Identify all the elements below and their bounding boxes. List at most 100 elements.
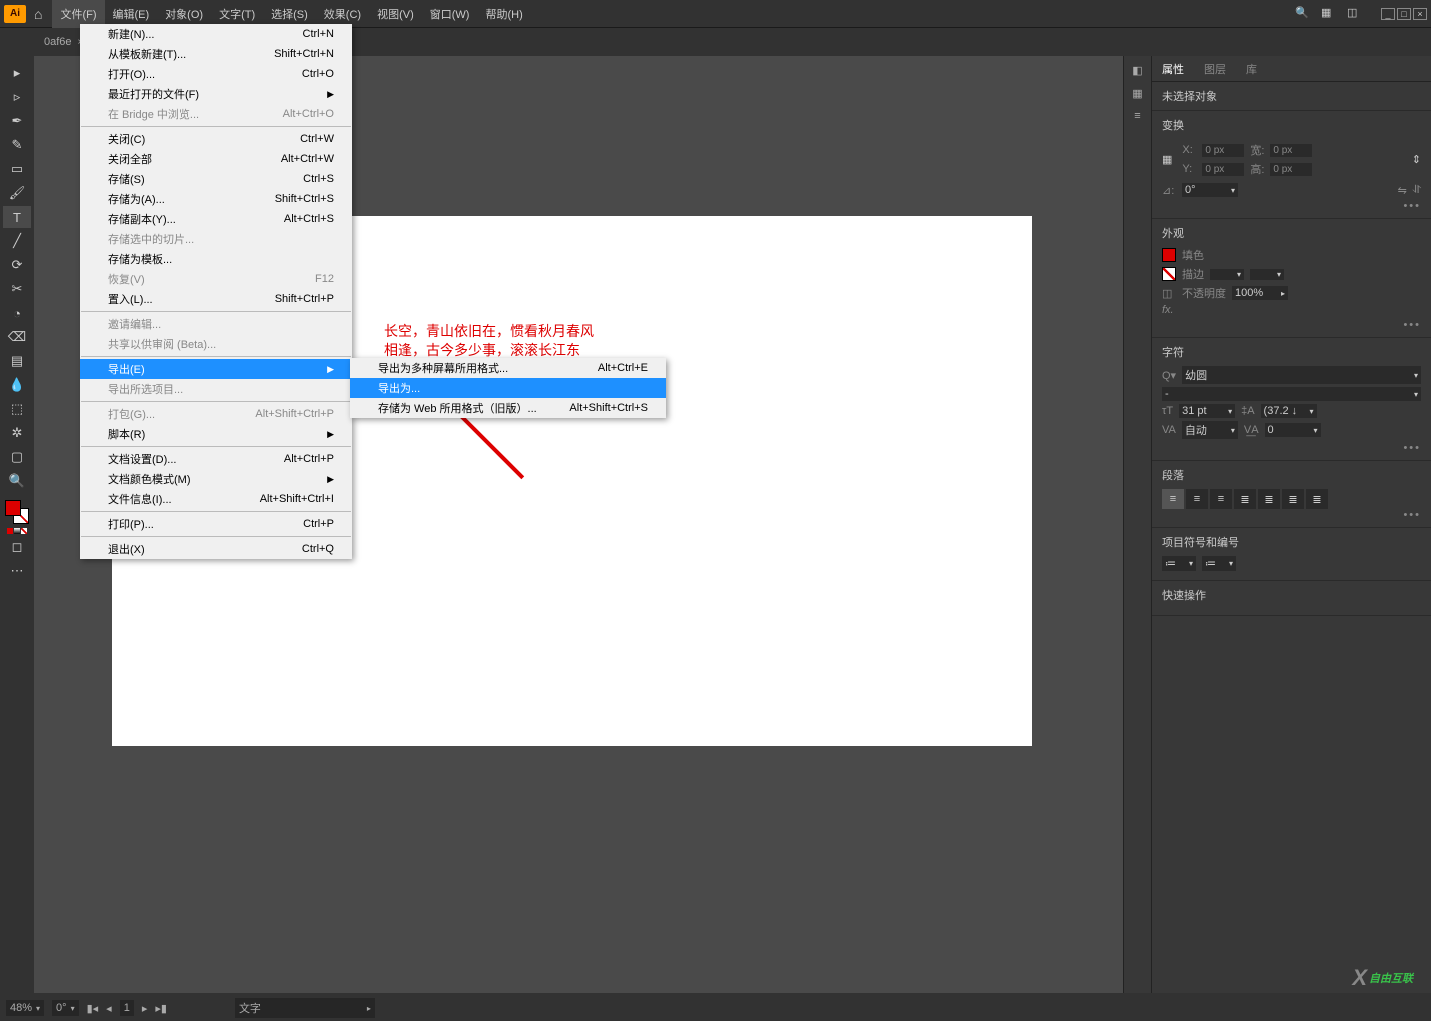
- mode-field[interactable]: 文字▸: [235, 998, 375, 1018]
- menu-entry[interactable]: 存储副本(Y)...Alt+Ctrl+S: [80, 209, 352, 229]
- menu-entry[interactable]: 存储为模板...: [80, 249, 352, 269]
- reference-point-icon[interactable]: ▦: [1162, 153, 1172, 166]
- flip-h-icon[interactable]: ⇋: [1398, 184, 1407, 197]
- rotate-tool[interactable]: ⟳: [3, 254, 31, 276]
- home-icon[interactable]: ⌂: [34, 6, 42, 22]
- submenu-entry[interactable]: 存储为 Web 所用格式（旧版）...Alt+Shift+Ctrl+S: [350, 398, 666, 418]
- pen-tool[interactable]: ✒: [3, 110, 31, 132]
- kerning-input[interactable]: 自动▾: [1182, 421, 1238, 439]
- submenu-entry[interactable]: 导出为多种屏幕所用格式...Alt+Ctrl+E: [350, 358, 666, 378]
- menu-entry[interactable]: 打印(P)...Ctrl+P: [80, 514, 352, 534]
- zoom-field[interactable]: 48%▾: [6, 1000, 44, 1016]
- menu-entry[interactable]: 脚本(R)▶: [80, 424, 352, 444]
- leading-input[interactable]: (37.2 ↓▾: [1261, 404, 1317, 418]
- menu-entry[interactable]: 退出(X)Ctrl+Q: [80, 539, 352, 559]
- menu-item-7[interactable]: 窗口(W): [422, 0, 478, 28]
- close-button[interactable]: ×: [1413, 8, 1427, 20]
- nav-first-icon[interactable]: ▮◂: [87, 1002, 99, 1015]
- blend-tool[interactable]: ⬚: [3, 398, 31, 420]
- justify-center-button[interactable]: ≣: [1258, 489, 1280, 509]
- tab-properties[interactable]: 属性: [1152, 61, 1194, 77]
- menu-entry[interactable]: 打开(O)...Ctrl+O: [80, 64, 352, 84]
- color-swatches[interactable]: [5, 500, 29, 524]
- nav-last-icon[interactable]: ▸▮: [155, 1002, 167, 1015]
- menu-entry[interactable]: 文档设置(D)...Alt+Ctrl+P: [80, 449, 352, 469]
- numbering-select[interactable]: ≔▾: [1202, 556, 1236, 571]
- x-input[interactable]: [1202, 144, 1244, 157]
- align-left-button[interactable]: ≡: [1162, 489, 1184, 509]
- menu-entry[interactable]: 从模板新建(T)...Shift+Ctrl+N: [80, 44, 352, 64]
- search-icon[interactable]: 🔍: [1295, 6, 1311, 22]
- direct-selection-tool[interactable]: ▹: [3, 86, 31, 108]
- stroke-type-select[interactable]: ▾: [1250, 269, 1284, 280]
- color-panel-icon[interactable]: ◧: [1132, 64, 1142, 77]
- more-options-icon[interactable]: •••: [1162, 509, 1421, 521]
- menu-entry[interactable]: 文档颜色模式(M)▶: [80, 469, 352, 489]
- align-right-button[interactable]: ≡: [1210, 489, 1232, 509]
- more-options-icon[interactable]: •••: [1162, 442, 1421, 454]
- tab-libraries[interactable]: 库: [1236, 61, 1267, 77]
- menu-item-6[interactable]: 视图(V): [369, 0, 422, 28]
- font-size-input[interactable]: 31 pt▾: [1179, 404, 1235, 418]
- angle-input[interactable]: 0°▾: [1182, 183, 1238, 197]
- minimize-button[interactable]: _: [1381, 8, 1395, 20]
- y-input[interactable]: [1202, 163, 1244, 176]
- zoom-tool[interactable]: 🔍: [3, 470, 31, 492]
- menu-entry[interactable]: 关闭(C)Ctrl+W: [80, 129, 352, 149]
- justify-all-button[interactable]: ≣: [1306, 489, 1328, 509]
- gradient-tool[interactable]: ▤: [3, 350, 31, 372]
- rectangle-tool[interactable]: ▭: [3, 158, 31, 180]
- h-input[interactable]: [1270, 163, 1312, 176]
- justify-right-button[interactable]: ≣: [1282, 489, 1304, 509]
- shape-builder-tool[interactable]: ◔: [3, 302, 31, 324]
- stroke-weight-input[interactable]: ▾: [1210, 269, 1244, 280]
- align-center-button[interactable]: ≡: [1186, 489, 1208, 509]
- menu-entry[interactable]: 置入(L)...Shift+Ctrl+P: [80, 289, 352, 309]
- flip-v-icon[interactable]: ⥯: [1413, 184, 1421, 197]
- stroke-swatch-icon[interactable]: [1162, 267, 1176, 281]
- edit-toolbar[interactable]: ⋯: [3, 560, 31, 582]
- curvature-tool[interactable]: ✎: [3, 134, 31, 156]
- menu-entry[interactable]: 关闭全部Alt+Ctrl+W: [80, 149, 352, 169]
- maximize-button[interactable]: □: [1397, 8, 1411, 20]
- nav-next-icon[interactable]: ▸: [142, 1002, 148, 1015]
- selection-tool[interactable]: ▸: [3, 62, 31, 84]
- link-wh-icon[interactable]: ⇕: [1412, 153, 1421, 166]
- type-tool[interactable]: T: [3, 206, 31, 228]
- more-options-icon[interactable]: •••: [1162, 319, 1421, 331]
- stroke-panel-icon[interactable]: ≡: [1134, 110, 1140, 122]
- font-family-select[interactable]: 幼圆▾: [1182, 366, 1421, 384]
- menu-entry[interactable]: 导出(E)▶: [80, 359, 352, 379]
- arrange-icon[interactable]: ▦: [1321, 6, 1337, 22]
- screen-mode-tool[interactable]: ◻: [3, 536, 31, 558]
- menu-entry[interactable]: 存储(S)Ctrl+S: [80, 169, 352, 189]
- fill-swatch-icon[interactable]: [1162, 248, 1176, 262]
- menu-entry[interactable]: 最近打开的文件(F)▶: [80, 84, 352, 104]
- font-search-icon[interactable]: Q▾: [1162, 369, 1176, 382]
- workspace-icon[interactable]: ◫: [1347, 6, 1363, 22]
- submenu-entry[interactable]: 导出为...: [350, 378, 666, 398]
- font-style-select[interactable]: -▾: [1162, 387, 1421, 401]
- menu-entry[interactable]: 文件信息(I)...Alt+Shift+Ctrl+I: [80, 489, 352, 509]
- line-tool[interactable]: ╱: [3, 230, 31, 252]
- nav-prev-icon[interactable]: ◂: [106, 1002, 112, 1015]
- brush-tool[interactable]: 🖌: [3, 182, 31, 204]
- swatches-panel-icon[interactable]: ▦: [1132, 87, 1142, 100]
- justify-left-button[interactable]: ≣: [1234, 489, 1256, 509]
- w-input[interactable]: [1270, 144, 1312, 157]
- eraser-tool[interactable]: ⌫: [3, 326, 31, 348]
- collapsed-panel-strip[interactable]: ◧ ▦ ≡: [1123, 56, 1151, 993]
- fill-color-icon[interactable]: [5, 500, 21, 516]
- color-mode-icons[interactable]: [7, 528, 27, 534]
- artboard-number-field[interactable]: 1: [120, 1000, 134, 1016]
- rotate-field[interactable]: 0°▾: [52, 1000, 79, 1016]
- tab-layers[interactable]: 图层: [1194, 61, 1236, 77]
- menu-entry[interactable]: 存储为(A)...Shift+Ctrl+S: [80, 189, 352, 209]
- menu-item-8[interactable]: 帮助(H): [477, 0, 530, 28]
- artboard-tool[interactable]: ▢: [3, 446, 31, 468]
- fx-label[interactable]: fx.: [1162, 304, 1174, 316]
- menu-entry[interactable]: 新建(N)...Ctrl+N: [80, 24, 352, 44]
- more-options-icon[interactable]: •••: [1162, 200, 1421, 212]
- opacity-input[interactable]: 100%▸: [1232, 286, 1288, 300]
- bullets-select[interactable]: ≔▾: [1162, 556, 1196, 571]
